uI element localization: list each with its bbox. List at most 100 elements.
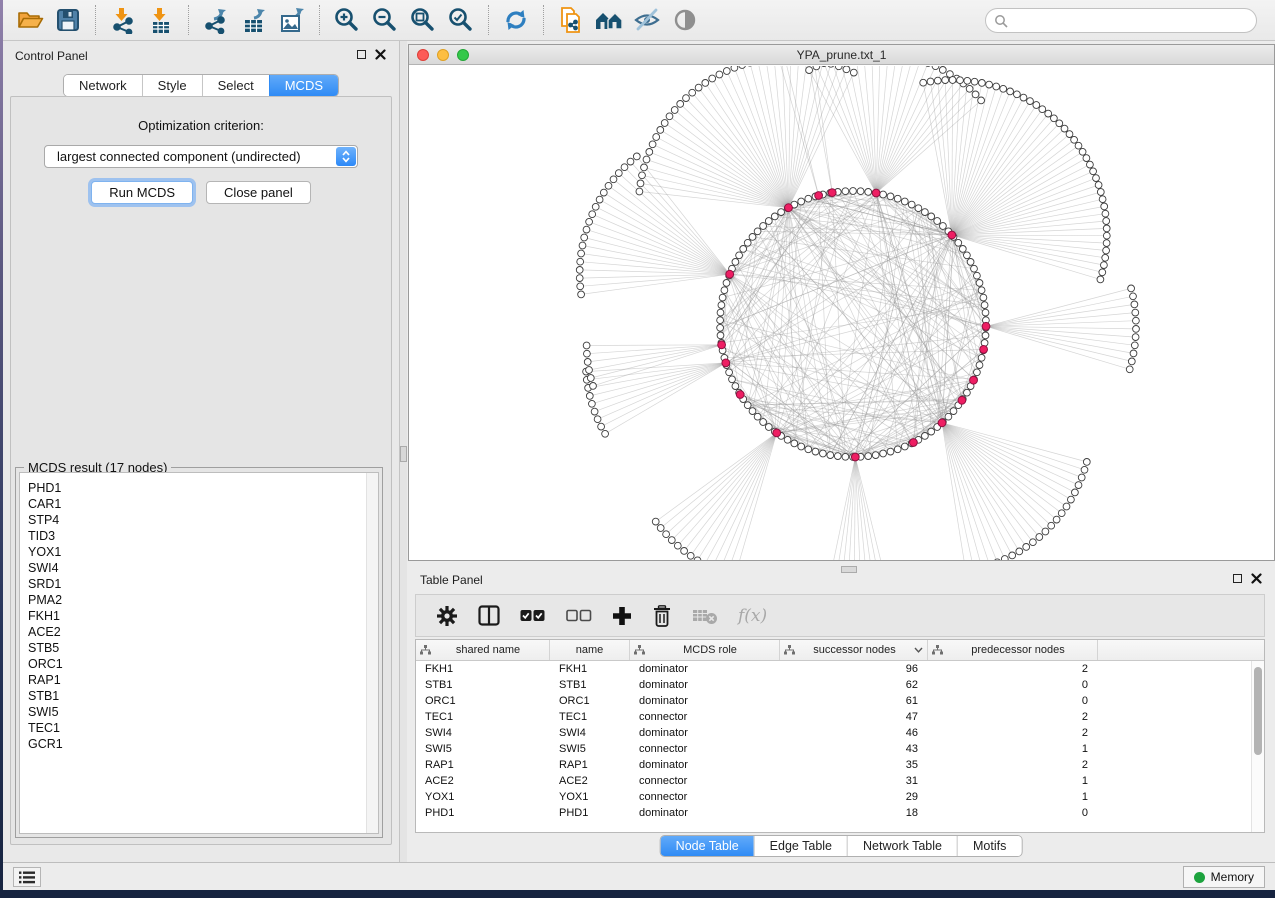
- show-all-icon[interactable]: [666, 3, 704, 37]
- table-row[interactable]: FKH1FKH1dominator962: [416, 661, 1264, 677]
- ring-node[interactable]: [982, 309, 989, 316]
- close-panel-button[interactable]: Close panel: [206, 181, 311, 204]
- ring-node[interactable]: [894, 195, 901, 202]
- table-scrollbar-thumb[interactable]: [1254, 667, 1262, 755]
- ring-node[interactable]: [771, 213, 778, 220]
- leaf-node[interactable]: [1102, 210, 1109, 217]
- mcds-result-item[interactable]: STB1: [28, 688, 378, 704]
- column-header-successor-nodes[interactable]: successor nodes: [780, 640, 928, 660]
- search-field[interactable]: [985, 8, 1257, 33]
- ring-node[interactable]: [740, 246, 747, 253]
- ring-node[interactable]: [805, 446, 812, 453]
- leaf-node[interactable]: [1103, 232, 1110, 239]
- leaf-node[interactable]: [1053, 516, 1060, 523]
- mcds-hub-node[interactable]: [815, 192, 823, 200]
- mcds-result-item[interactable]: CAR1: [28, 496, 378, 512]
- mcds-result-item[interactable]: SRD1: [28, 576, 378, 592]
- leaf-node[interactable]: [979, 80, 986, 87]
- ring-node[interactable]: [980, 294, 987, 301]
- leaf-node[interactable]: [1048, 522, 1055, 529]
- ring-node[interactable]: [974, 272, 981, 279]
- leaf-node[interactable]: [971, 78, 978, 85]
- tab-network-table[interactable]: Network Table: [847, 836, 957, 856]
- ring-node[interactable]: [744, 402, 751, 409]
- ring-node[interactable]: [827, 452, 834, 459]
- mcds-hub-node[interactable]: [828, 189, 836, 197]
- column-header-MCDS-role[interactable]: MCDS role: [630, 640, 780, 660]
- ring-node[interactable]: [967, 259, 974, 266]
- leaf-node[interactable]: [993, 83, 1000, 90]
- leaf-node[interactable]: [633, 153, 640, 160]
- ring-node[interactable]: [894, 446, 901, 453]
- ring-node[interactable]: [717, 324, 724, 331]
- table-row[interactable]: PHD1PHD1dominator180: [416, 805, 1264, 821]
- mcds-hub-node[interactable]: [980, 346, 988, 354]
- mcds-result-item[interactable]: RAP1: [28, 672, 378, 688]
- leaf-node[interactable]: [1051, 115, 1058, 122]
- function-builder-icon[interactable]: f(x): [738, 606, 767, 626]
- ring-node[interactable]: [880, 191, 887, 198]
- tab-motifs[interactable]: Motifs: [957, 836, 1021, 856]
- leaf-node[interactable]: [1056, 120, 1063, 127]
- table-row[interactable]: TEC1TEC1connector472: [416, 709, 1264, 725]
- leaf-node[interactable]: [643, 156, 650, 163]
- ring-node[interactable]: [765, 218, 772, 225]
- leaf-node[interactable]: [586, 367, 593, 374]
- mcds-hub-node[interactable]: [722, 359, 730, 367]
- mcds-hub-node[interactable]: [982, 322, 990, 330]
- ring-node[interactable]: [732, 383, 739, 390]
- leaf-node[interactable]: [1072, 489, 1079, 496]
- ring-node[interactable]: [976, 280, 983, 287]
- leaf-node[interactable]: [1078, 474, 1085, 481]
- mcds-result-item[interactable]: SWI4: [28, 560, 378, 576]
- optimization-criterion-select[interactable]: largest connected component (undirected): [44, 145, 358, 168]
- ring-node[interactable]: [857, 188, 864, 195]
- leaf-node[interactable]: [949, 77, 956, 84]
- ring-node[interactable]: [798, 198, 805, 205]
- leaf-node[interactable]: [1014, 91, 1021, 98]
- mcds-result-item[interactable]: TEC1: [28, 720, 378, 736]
- tab-style[interactable]: Style: [142, 75, 202, 96]
- leaf-node[interactable]: [709, 75, 716, 82]
- columns-icon[interactable]: [478, 605, 500, 626]
- leaf-node[interactable]: [1095, 182, 1102, 189]
- leaf-node[interactable]: [1103, 225, 1110, 232]
- leaf-node[interactable]: [605, 182, 612, 189]
- leaf-node[interactable]: [1071, 136, 1078, 143]
- table-row[interactable]: STB1STB1dominator620: [416, 677, 1264, 693]
- mcds-hub-node[interactable]: [910, 439, 918, 447]
- tab-network[interactable]: Network: [64, 75, 142, 96]
- ring-node[interactable]: [729, 376, 736, 383]
- ring-node[interactable]: [850, 188, 857, 195]
- tab-mcds[interactable]: MCDS: [269, 75, 338, 96]
- ring-node[interactable]: [842, 453, 849, 460]
- ring-node[interactable]: [872, 452, 879, 459]
- vertical-splitter[interactable]: [400, 41, 407, 862]
- leaf-node[interactable]: [1063, 503, 1070, 510]
- leaf-node[interactable]: [978, 97, 985, 104]
- leaf-node[interactable]: [1075, 142, 1082, 149]
- delete-table-icon[interactable]: [692, 607, 718, 625]
- leaf-node[interactable]: [1132, 309, 1139, 316]
- mcds-hub-node[interactable]: [851, 453, 859, 461]
- tab-edge-table[interactable]: Edge Table: [754, 836, 847, 856]
- leaf-node[interactable]: [594, 416, 601, 423]
- open-folder-icon[interactable]: [11, 3, 49, 37]
- ring-node[interactable]: [865, 189, 872, 196]
- leaf-node[interactable]: [668, 537, 675, 544]
- leaf-node[interactable]: [1131, 301, 1138, 308]
- table-row[interactable]: ORC1ORC1dominator610: [416, 693, 1264, 709]
- mcds-result-item[interactable]: FKH1: [28, 608, 378, 624]
- ring-node[interactable]: [749, 234, 756, 241]
- ring-node[interactable]: [726, 369, 733, 376]
- ring-node[interactable]: [805, 195, 812, 202]
- clone-network-icon[interactable]: [552, 3, 590, 37]
- tab-select[interactable]: Select: [202, 75, 269, 96]
- column-header-predecessor-nodes[interactable]: predecessor nodes: [928, 640, 1098, 660]
- leaf-node[interactable]: [589, 211, 596, 218]
- leaf-node[interactable]: [598, 423, 605, 430]
- leaf-node[interactable]: [1087, 161, 1094, 168]
- mcds-hub-node[interactable]: [958, 396, 966, 404]
- leaf-node[interactable]: [1058, 510, 1065, 517]
- mcds-result-item[interactable]: PMA2: [28, 592, 378, 608]
